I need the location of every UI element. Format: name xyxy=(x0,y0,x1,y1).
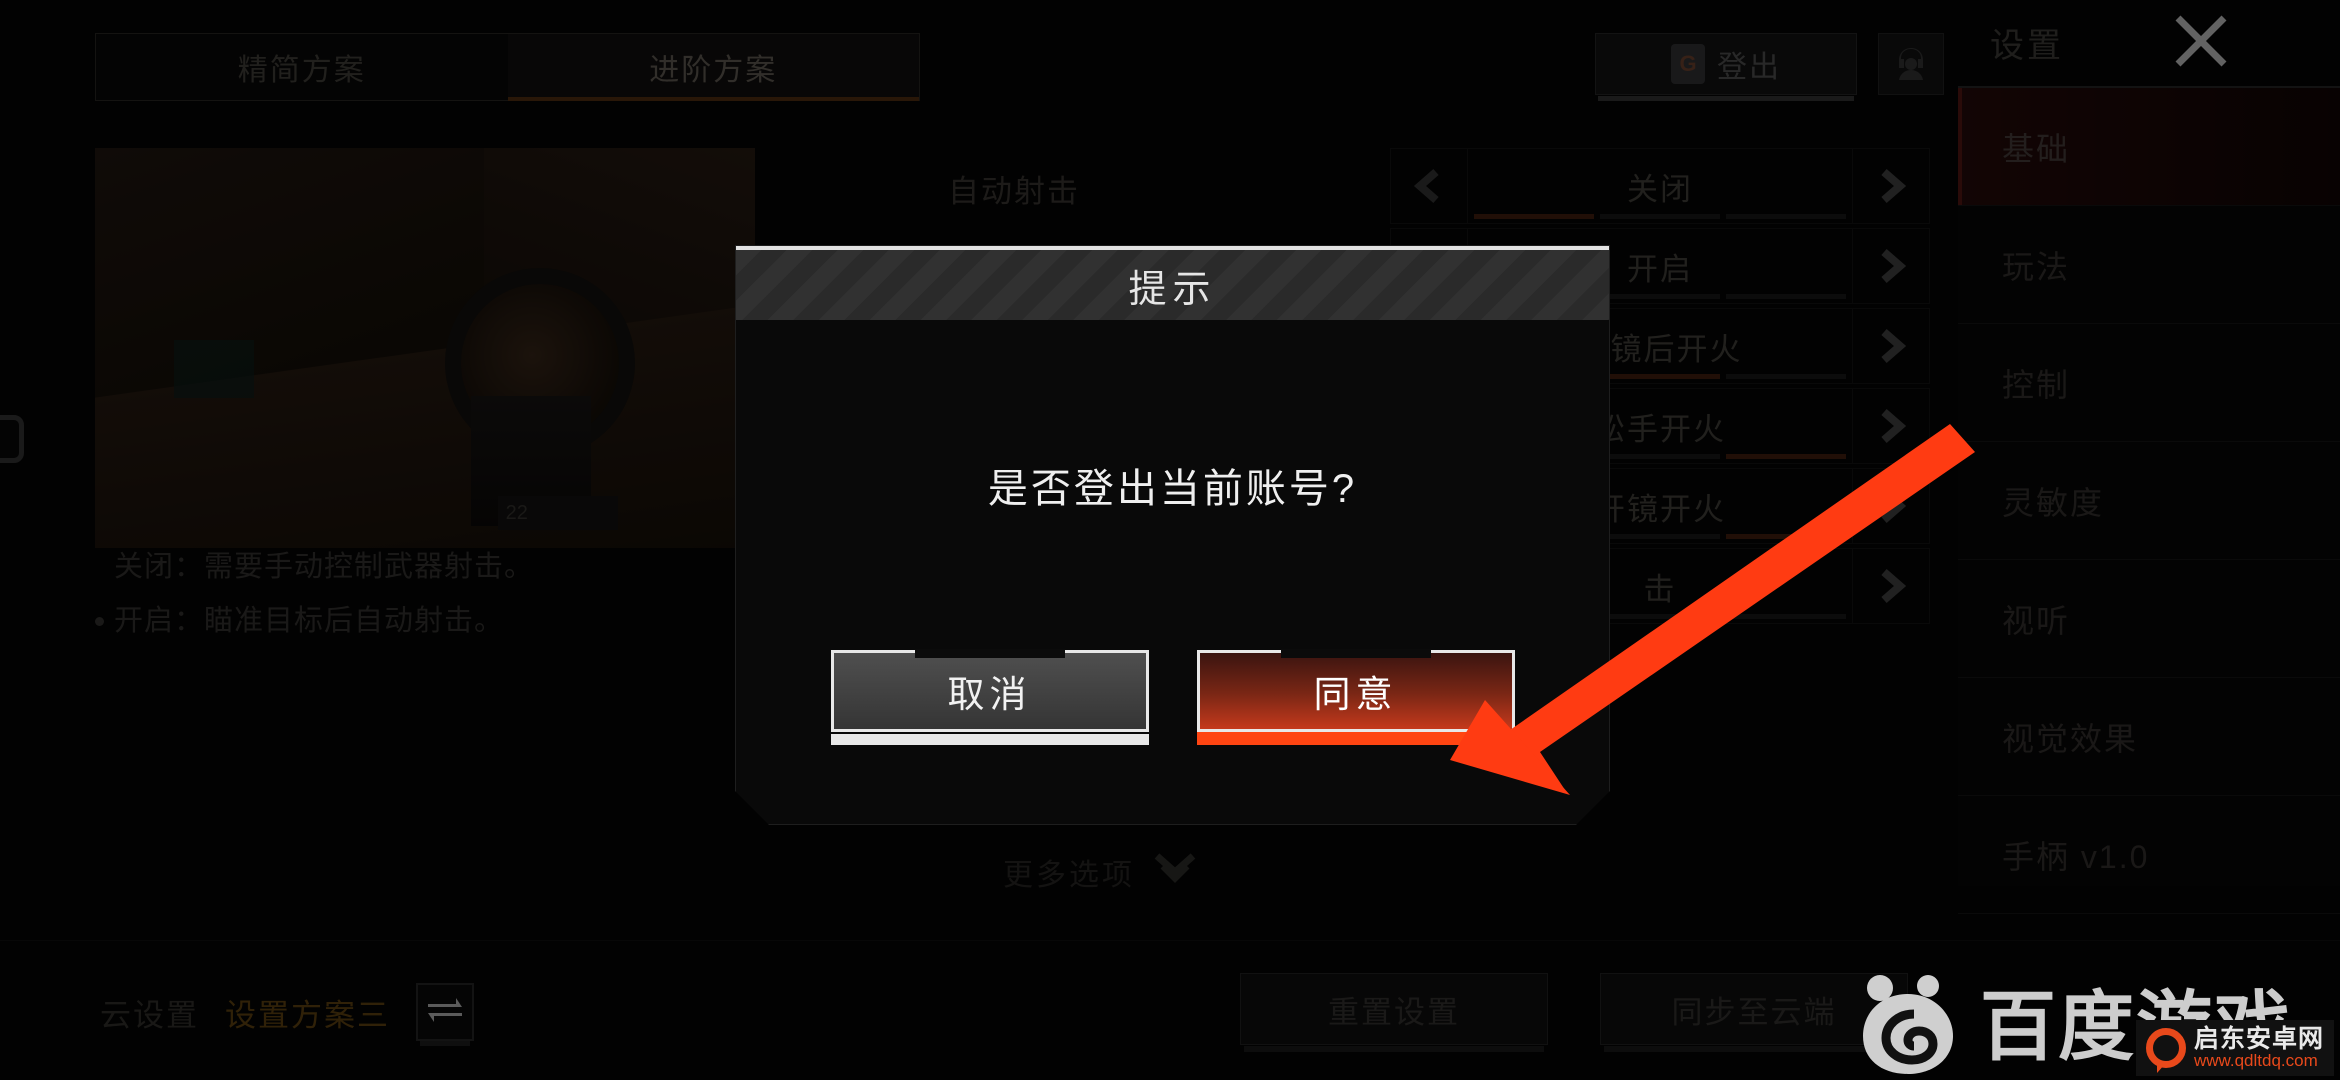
button-notch xyxy=(1281,649,1431,658)
site-name: 启东安卓网 xyxy=(2193,1024,2324,1053)
baidu-bear-icon xyxy=(1852,964,1964,1076)
dialog-title: 提示 xyxy=(1128,268,1217,311)
settings-screen: 精简方案 进阶方案 G 登出 设置 xyxy=(0,0,2340,1080)
cancel-button-label: 取消 xyxy=(947,674,1032,715)
site-badge: 启东安卓网 www.qdltdq.com xyxy=(2135,1019,2334,1076)
site-badge-texts: 启东安卓网 www.qdltdq.com xyxy=(2194,1026,2324,1070)
dialog-message: 是否登出当前账号? xyxy=(987,467,1358,511)
dialog-actions: 取消 同意 xyxy=(736,650,1609,732)
dialog-header: 提示 xyxy=(736,246,1609,320)
confirm-button[interactable]: 同意 xyxy=(1197,650,1515,732)
speech-bubble-icon xyxy=(2145,1027,2186,1073)
button-notch xyxy=(915,649,1065,658)
logout-confirm-dialog: 提示 是否登出当前账号? 取消 同意 xyxy=(735,245,1610,825)
site-url: www.qdltdq.com xyxy=(2193,1051,2318,1071)
confirm-button-label: 同意 xyxy=(1313,674,1398,715)
cancel-button[interactable]: 取消 xyxy=(831,650,1149,732)
dialog-body: 是否登出当前账号? xyxy=(736,320,1609,650)
